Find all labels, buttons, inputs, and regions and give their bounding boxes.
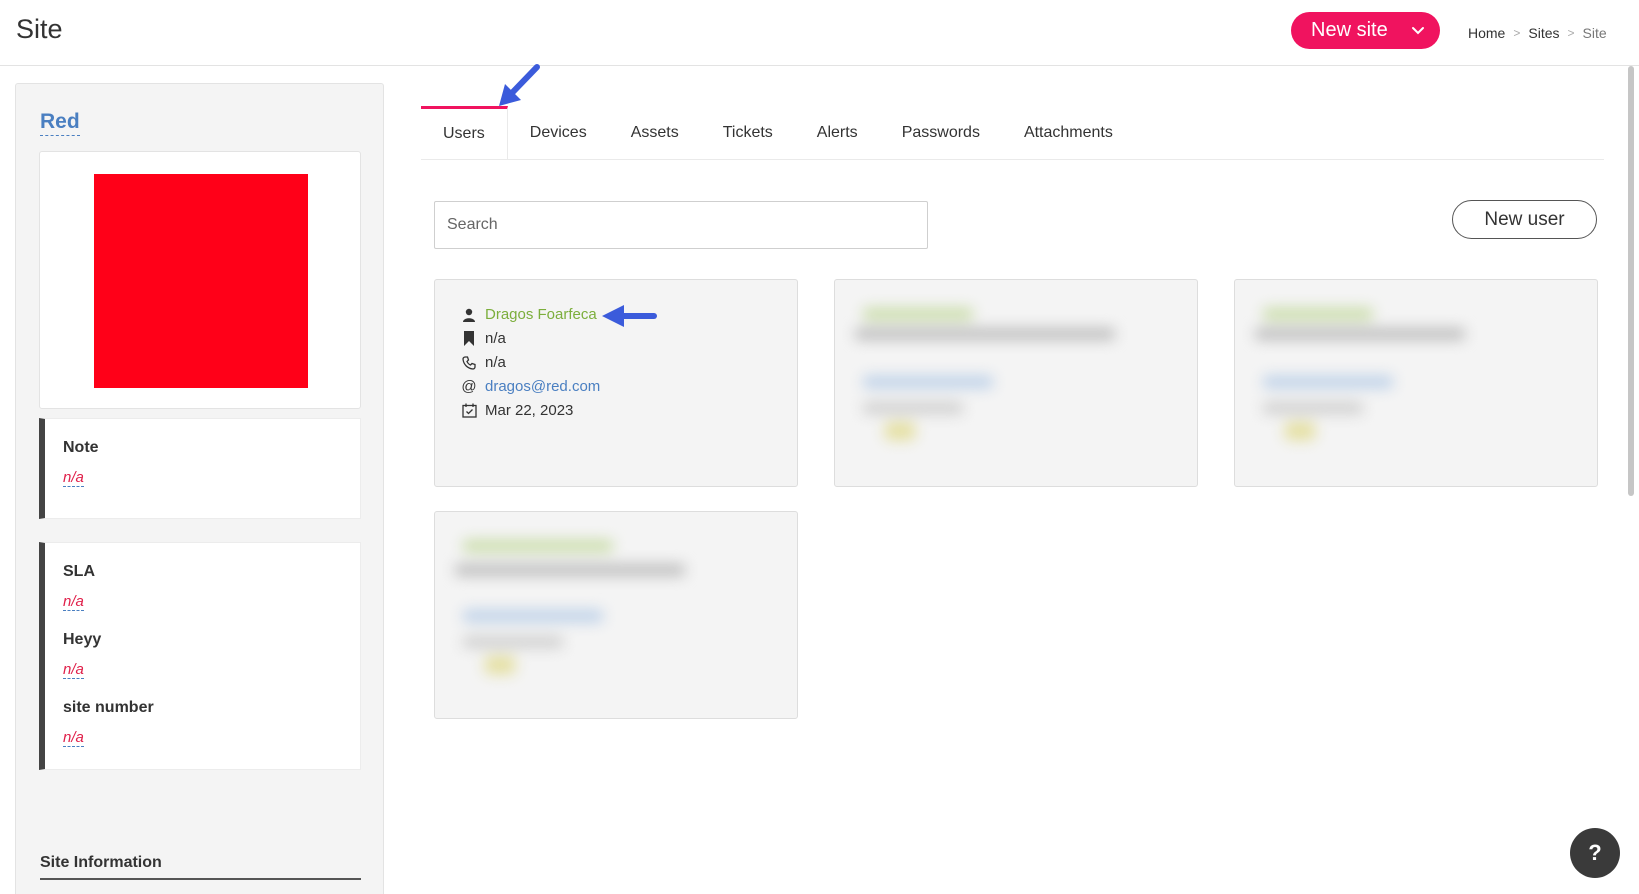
blurred-content [1245,290,1587,476]
tab-devices[interactable]: Devices [508,106,609,159]
user-phone: n/a [485,354,506,371]
custom-fields-card: SLA n/a Heyy n/a site number n/a [39,542,361,770]
tab-users[interactable]: Users [421,106,508,159]
tab-tickets[interactable]: Tickets [701,106,795,159]
new-site-label: New site [1311,19,1388,41]
tab-assets[interactable]: Assets [609,106,701,159]
breadcrumb: Home > Sites > Site [1468,25,1607,41]
chevron-down-icon[interactable] [1410,22,1426,38]
site-tabs: Users Devices Assets Tickets Alerts Pass… [421,106,1604,160]
breadcrumb-separator: > [1513,26,1521,40]
tab-passwords[interactable]: Passwords [880,106,1002,159]
site-sidebar: Red Note n/a SLA n/a Heyy n/a site numbe… [15,83,384,894]
site-name-link[interactable]: Red [40,110,80,136]
user-date-row: Mar 22, 2023 [461,402,573,419]
tab-attachments[interactable]: Attachments [1002,106,1135,159]
phone-icon [461,355,477,371]
field-label-sla: SLA [63,563,95,580]
user-icon [461,307,477,323]
page-title: Site [16,14,63,44]
user-email-row: @ dragos@red.com [461,378,600,395]
new-user-button[interactable]: New user [1452,200,1597,239]
search-input[interactable] [434,201,928,249]
bookmark-icon [461,331,477,347]
field-value-heyy[interactable]: n/a [63,661,84,679]
breadcrumb-separator: > [1567,26,1575,40]
help-button[interactable]: ? [1570,828,1620,878]
field-value-sla[interactable]: n/a [63,593,84,611]
user-title-row: n/a [461,330,506,347]
breadcrumb-sites[interactable]: Sites [1528,25,1559,41]
field-value-site-number[interactable]: n/a [63,729,84,747]
site-logo-card [39,151,361,409]
calendar-check-icon [461,403,477,419]
annotation-arrow-icon [602,305,657,327]
new-site-button[interactable]: New site [1291,12,1440,49]
breadcrumb-home[interactable]: Home [1468,25,1505,41]
blurred-content [445,522,787,708]
blurred-content [845,290,1187,476]
user-name-row: Dragos Foarfeca [461,306,597,323]
user-date: Mar 22, 2023 [485,402,574,419]
note-card: Note n/a [39,418,361,519]
note-label: Note [63,439,99,456]
site-information-heading: Site Information [40,854,361,880]
user-card-blurred[interactable] [1234,279,1598,487]
field-label-heyy: Heyy [63,631,102,648]
breadcrumb-current: Site [1582,25,1607,41]
site-logo [94,174,308,388]
annotation-arrow-icon [499,64,540,106]
user-phone-row: n/a [461,354,506,371]
at-icon: @ [461,378,477,395]
user-card-blurred[interactable] [834,279,1198,487]
user-title: n/a [485,330,506,347]
page-scrollbar[interactable] [1628,66,1634,496]
note-value[interactable]: n/a [63,469,84,487]
user-email-link[interactable]: dragos@red.com [485,378,600,395]
field-label-site-number: site number [63,699,154,716]
user-card-blurred[interactable] [434,511,798,719]
user-name-link[interactable]: Dragos Foarfeca [485,306,597,323]
tab-alerts[interactable]: Alerts [795,106,880,159]
top-header: Site New site Home > Sites > Site [0,0,1639,66]
